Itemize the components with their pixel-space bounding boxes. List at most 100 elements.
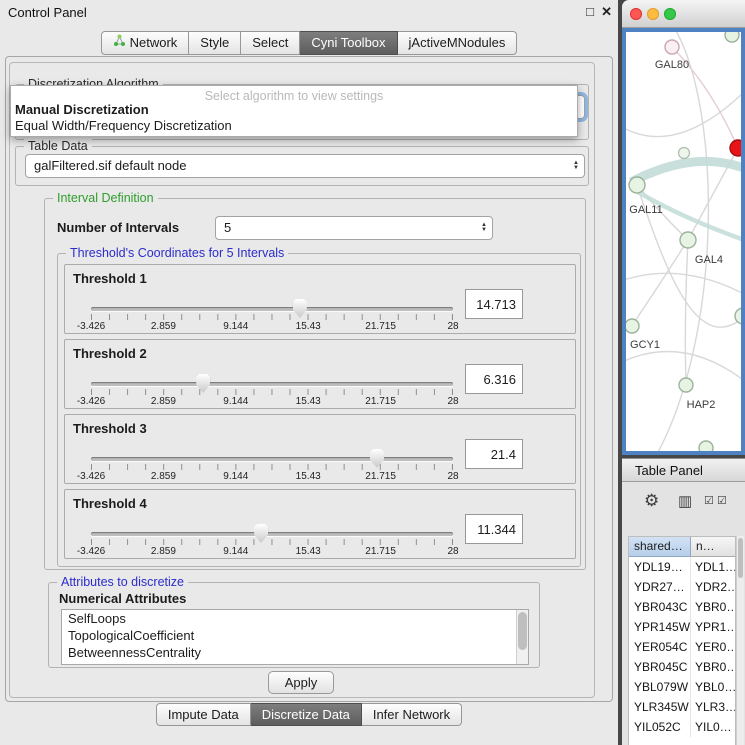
table-row[interactable]: YER054CYER0… <box>629 637 735 657</box>
slider-scale: -3.426 2.859 9.144 15.43 21.715 28 <box>91 471 453 483</box>
list-item[interactable]: SelfLoops <box>62 610 528 627</box>
tab-network[interactable]: Network <box>101 31 190 55</box>
table-cell: YLR3… <box>691 697 735 717</box>
table-cell: YPR145W <box>629 617 691 637</box>
network-edge <box>626 352 741 382</box>
close-traffic-light[interactable] <box>630 8 642 20</box>
list-scrollbar[interactable] <box>516 610 528 664</box>
scale-tick-label: 9.144 <box>223 321 248 332</box>
scale-tick-label: -3.426 <box>77 546 105 557</box>
network-node-selected[interactable] <box>730 140 741 156</box>
numerical-attributes-label: Numerical Attributes <box>59 591 186 606</box>
table-scrollbar[interactable] <box>736 536 744 745</box>
tab-impute-data[interactable]: Impute Data <box>156 703 251 726</box>
scrollbar-thumb[interactable] <box>738 538 743 578</box>
threshold-label: Threshold 4 <box>73 496 147 511</box>
select-some-check-icon[interactable]: ☑ <box>717 494 727 507</box>
columns-icon[interactable]: ▥ <box>678 492 692 510</box>
group-title: Attributes to discretize <box>57 575 188 589</box>
threshold-slider[interactable] <box>91 307 453 311</box>
tab-style[interactable]: Style <box>189 31 241 55</box>
threshold-slider[interactable] <box>91 532 453 536</box>
apply-button[interactable]: Apply <box>268 671 334 694</box>
scale-tick-label: 28 <box>447 546 458 557</box>
network-node[interactable] <box>735 308 741 324</box>
dropdown-placeholder: Select algorithm to view settings <box>11 86 577 101</box>
tab-select[interactable]: Select <box>241 31 300 55</box>
table-panel: ⚙ ▥ ☑ ☑ shared… n… YDL19…YDL1…YDR27…YDR2… <box>622 482 745 745</box>
threshold-value-field[interactable]: 21.4 <box>465 439 523 469</box>
table-cell: YDR2… <box>691 577 735 597</box>
group-title: Threshold's Coordinates for 5 Intervals <box>66 246 288 260</box>
tab-cyni-toolbox[interactable]: Cyni Toolbox <box>300 31 397 55</box>
table-data-combobox[interactable]: galFiltered.sif default node ▲▼ <box>25 154 585 178</box>
restore-icon[interactable]: □ <box>586 4 594 19</box>
table-row[interactable]: YBR043CYBR0… <box>629 597 735 617</box>
table-row[interactable]: YIL052CYIL0… <box>629 717 735 737</box>
network-node-gcy1[interactable] <box>626 319 639 333</box>
tab-infer-network[interactable]: Infer Network <box>362 703 462 726</box>
gear-icon[interactable]: ⚙ <box>644 491 659 511</box>
minimize-traffic-light[interactable] <box>647 8 659 20</box>
table-cell: YDR27… <box>629 577 691 597</box>
scale-tick-label: 15.43 <box>296 471 321 482</box>
node-label: GAL11 <box>629 204 662 216</box>
num-intervals-combobox[interactable]: 5 ▲▼ <box>215 216 493 240</box>
dropdown-option-manual[interactable]: Manual Discretization <box>11 101 577 117</box>
threshold-label: Threshold 2 <box>73 346 147 361</box>
table-cell: YBL079W <box>629 677 691 697</box>
algorithm-dropdown: Select algorithm to view settings Manual… <box>10 85 578 137</box>
column-header-shared-name[interactable]: shared… <box>629 537 691 557</box>
scrollbar-thumb[interactable] <box>518 612 527 650</box>
network-node[interactable] <box>725 32 739 42</box>
threshold-slider[interactable] <box>91 382 453 386</box>
scale-tick-label: -3.426 <box>77 471 105 482</box>
slider-ticks <box>91 539 453 545</box>
network-node[interactable] <box>699 441 713 451</box>
combobox-value: 5 <box>224 220 231 235</box>
tab-jactivemnodules[interactable]: jActiveMNodules <box>398 31 518 55</box>
scale-tick-label: 15.43 <box>296 546 321 557</box>
tab-label: Select <box>252 32 288 54</box>
list-item[interactable]: BetweennessCentrality <box>62 644 528 661</box>
table-cell: YBR0… <box>691 657 735 677</box>
select-all-check-icon[interactable]: ☑ <box>704 494 714 507</box>
column-header-name[interactable]: n… <box>691 537 735 557</box>
network-window-titlebar[interactable] <box>622 0 745 28</box>
node-table: shared… n… YDL19…YDL1…YDR27…YDR2…YBR043C… <box>628 536 736 745</box>
scale-tick-label: -3.426 <box>77 396 105 407</box>
network-node-gal4[interactable] <box>680 232 696 248</box>
threshold-value-field[interactable]: 11.344 <box>465 514 523 544</box>
table-cell: YER054C <box>629 637 691 657</box>
table-row[interactable]: YDR27…YDR2… <box>629 577 735 597</box>
tab-discretize-data[interactable]: Discretize Data <box>251 703 362 726</box>
threshold-value-field[interactable]: 6.316 <box>465 364 523 394</box>
network-node-hap2[interactable] <box>679 378 693 392</box>
table-row[interactable]: YBL079WYBL0… <box>629 677 735 697</box>
scale-tick-label: 9.144 <box>223 471 248 482</box>
tab-label: Infer Network <box>373 704 450 726</box>
table-row[interactable]: YDL19…YDL1… <box>629 557 735 577</box>
list-items: SelfLoopsTopologicalCoefficientBetweenne… <box>62 610 528 661</box>
network-node-gal80[interactable] <box>665 40 679 54</box>
network-edge <box>626 92 741 137</box>
network-canvas[interactable]: GAL80 GAL11 GAL4 GCY1 HAP2 <box>622 28 745 455</box>
close-icon[interactable]: ✕ <box>601 4 612 20</box>
group-title: Interval Definition <box>53 191 158 205</box>
table-row[interactable]: YPR145WYPR1… <box>629 617 735 637</box>
table-row[interactable]: YBR045CYBR0… <box>629 657 735 677</box>
slider-ticks <box>91 389 453 395</box>
threshold-slider[interactable] <box>91 457 453 461</box>
network-node-gal11[interactable] <box>629 177 645 193</box>
table-row[interactable]: YLR345WYLR3… <box>629 697 735 717</box>
tab-label: Discretize Data <box>262 704 350 726</box>
network-node[interactable] <box>679 148 690 159</box>
dropdown-option-equal-width[interactable]: Equal Width/Frequency Discretization <box>11 117 577 133</box>
group-title: Table Data <box>24 139 92 153</box>
list-item[interactable]: TopologicalCoefficient <box>62 627 528 644</box>
table-cell: YBR045C <box>629 657 691 677</box>
zoom-traffic-light[interactable] <box>664 8 676 20</box>
table-cell: YIL0… <box>691 717 735 737</box>
threshold-value-field[interactable]: 14.713 <box>465 289 523 319</box>
tab-label: Cyni Toolbox <box>311 32 385 54</box>
